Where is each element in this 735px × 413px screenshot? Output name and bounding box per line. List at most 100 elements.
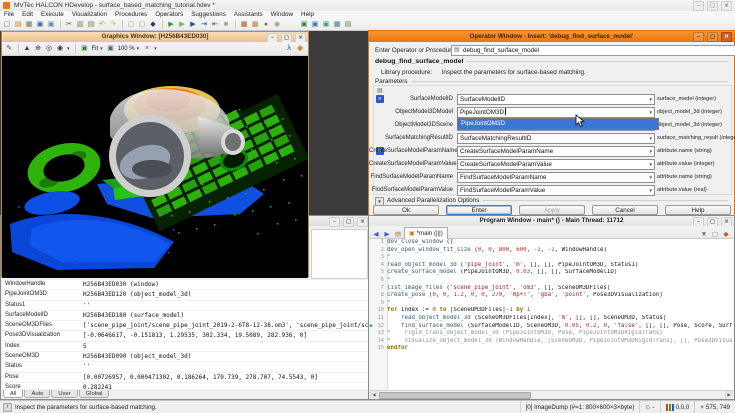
chevron-down-icon[interactable]: ▼ <box>136 46 140 51</box>
line-number[interactable]: 3 <box>370 254 387 262</box>
step-out-icon[interactable]: ⇤ <box>210 20 220 30</box>
code-line[interactable]: 14* visualize_object_model_3d (WindowHan… <box>370 338 733 346</box>
stop-icon[interactable]: ■ <box>221 20 231 30</box>
line-number[interactable]: 2 <box>370 247 387 255</box>
scroll-right-icon[interactable]: ▶ <box>725 391 733 398</box>
select-icon[interactable]: ▲ <box>22 43 32 54</box>
code-line[interactable]: 4read_object_model_3d ('pipe_joint', 'm'… <box>370 262 733 270</box>
param-field[interactable]: PipeJointOM3D▼ <box>457 107 655 118</box>
chevron-down-icon[interactable]: ▼ <box>649 160 653 169</box>
chevron-down-icon[interactable]: ▼ <box>649 186 653 195</box>
reset-layout-icon[interactable]: ▤ <box>343 20 353 30</box>
tab-main[interactable]: ▣ *main (|||) <box>404 227 448 239</box>
menu-visualization[interactable]: Visualization <box>68 11 111 19</box>
open-graphics-window-icon[interactable]: ▣ <box>299 20 309 30</box>
chevron-down-icon[interactable]: ▼ <box>649 108 653 117</box>
open-variable-window-icon[interactable]: ▣ <box>310 20 320 30</box>
new-program-icon[interactable]: ▢ <box>2 20 12 30</box>
ok-button[interactable]: Ok <box>373 205 439 215</box>
chevron-down-icon[interactable]: ▼ <box>66 46 70 51</box>
close-button[interactable]: ✕ <box>721 32 732 42</box>
code-line[interactable]: 1dev_close_window () <box>370 239 733 247</box>
variable-row[interactable]: Status'' <box>2 362 369 372</box>
copy-icon[interactable]: ▥ <box>75 20 85 30</box>
code-line[interactable]: 3* <box>370 254 733 262</box>
chevron-down-icon[interactable]: ▼ <box>649 95 653 104</box>
cancel-button[interactable]: Cancel <box>592 205 658 215</box>
pan-icon[interactable]: ⊕ <box>33 43 43 54</box>
line-number[interactable]: 10 <box>370 307 387 315</box>
open-program-window-icon[interactable]: ▦ <box>332 20 342 30</box>
line-number[interactable]: 13 <box>370 330 387 338</box>
code-line[interactable]: 8create_pose (0, 0, 1.2, 0, 0, 270, 'Rp+… <box>370 292 733 300</box>
menu-help[interactable]: Help <box>297 11 318 19</box>
variable-row[interactable]: Index5 <box>2 342 369 352</box>
minimize-button[interactable]: – <box>693 32 704 42</box>
operator-search-combo[interactable]: ▤ debug_find_surface_model ▼ <box>451 45 735 56</box>
zoom-tool-icon[interactable]: ◉ <box>55 43 65 54</box>
maximize-button[interactable]: ▢ <box>343 217 354 227</box>
draw-icon[interactable]: ✎ <box>4 43 14 54</box>
autocomplete-item[interactable]: PipeJointOM3D <box>461 120 505 127</box>
code-editor[interactable]: 1dev_close_window ()2dev_open_window_fit… <box>370 239 733 390</box>
code-line[interactable]: 5create_surface_model (PipeJointOM3D, 0.… <box>370 269 733 277</box>
graphics-viewport[interactable] <box>2 56 308 278</box>
param-field[interactable]: CreateSurfaceModelParamName▼ <box>457 146 655 157</box>
variable-tab-auto[interactable]: Auto <box>24 390 50 398</box>
screenshot-icon[interactable]: ◆ <box>148 20 158 30</box>
code-line[interactable]: 11 read_object_model_3d (SceneOM3DFiles[… <box>370 315 733 323</box>
chevron-down-icon[interactable]: ▼ <box>649 134 653 143</box>
code-line[interactable]: 13* rigid_trans_object_model_3d (PipeJoi… <box>370 330 733 338</box>
variable-tab-global[interactable]: Global <box>79 390 110 398</box>
variable-tab-user[interactable]: User <box>51 390 77 398</box>
zoom-percent-icon[interactable]: ▣ <box>106 43 116 54</box>
print-icon[interactable]: ▦ <box>24 20 34 30</box>
horizontal-scrollbar[interactable]: ◀ ▶ <box>370 390 733 398</box>
chevron-down-icon[interactable]: ▼ <box>649 173 653 182</box>
code-line[interactable]: 10for Index := 0 to |SceneOM3DFiles|-1 b… <box>370 307 733 315</box>
help-button[interactable]: Help <box>665 205 731 215</box>
code-line[interactable]: ▶12 find_surface_model (SurfaceModelID, … <box>370 323 733 331</box>
code-line[interactable]: 9* <box>370 300 733 308</box>
line-number[interactable]: 15 <box>370 345 387 353</box>
menu-execute[interactable]: Execute <box>37 11 68 19</box>
step-over-icon[interactable]: ▶ <box>188 20 198 30</box>
scrollbar-thumb[interactable] <box>379 392 531 399</box>
maximize-button[interactable]: ▢ <box>707 1 718 11</box>
line-number[interactable]: 5 <box>370 269 387 277</box>
save-all-icon[interactable]: ▣ <box>46 20 56 30</box>
close-button[interactable]: ✕ <box>721 1 732 11</box>
chevron-down-icon[interactable]: ▼ <box>99 46 103 51</box>
param-field[interactable]: SurfaceMatchingResultID▼ <box>457 133 655 144</box>
variable-row[interactable]: Score0.282241 <box>2 383 369 389</box>
minimize-button[interactable]: – <box>329 217 340 227</box>
line-number[interactable]: 7 <box>370 285 387 293</box>
replace-icon[interactable]: ▢ <box>137 20 147 30</box>
open-operator-window-icon[interactable]: ▣ <box>321 20 331 30</box>
gfx-settings-icon[interactable]: ◉ <box>295 43 305 54</box>
variable-row[interactable]: Pose3DVisualization[-0.0646617, -0.15181… <box>2 331 369 341</box>
set-breakpoint-icon[interactable]: ● <box>261 20 271 30</box>
param-field[interactable]: SurfaceModelID▼ <box>457 94 655 105</box>
variable-row[interactable]: Status1'' <box>2 301 369 311</box>
find-icon[interactable]: ▢ <box>126 20 136 30</box>
line-number[interactable]: 6 <box>370 277 387 285</box>
code-line[interactable]: 7list_image_files ('scene_pipe_joint', '… <box>370 285 733 293</box>
step-into-icon[interactable]: ⇥ <box>199 20 209 30</box>
line-number[interactable]: 14 <box>370 338 387 346</box>
chevron-down-icon[interactable]: ▼ <box>153 46 157 51</box>
open-program-icon[interactable]: ▤ <box>13 20 23 30</box>
menu-file[interactable]: File <box>0 11 18 19</box>
variable-row[interactable]: SceneOM3DFiles['scene_pipe_joint/scene_p… <box>2 321 369 331</box>
run-icon[interactable]: ▶ <box>166 20 176 30</box>
enter-button[interactable]: Enter <box>446 205 512 215</box>
menu-operators[interactable]: Operators <box>151 11 187 19</box>
line-number[interactable]: 4 <box>370 262 387 270</box>
variable-tab-all[interactable]: All <box>3 390 23 398</box>
variable-row[interactable]: SceneOM3DH256B43ED090 (object_model_3d) <box>2 352 369 362</box>
line-number[interactable]: 8 <box>370 292 387 300</box>
menu-assistants[interactable]: Assistants <box>230 11 267 19</box>
activate-lines-icon[interactable]: ▦ <box>239 20 249 30</box>
redo-icon[interactable]: ↷ <box>108 20 118 30</box>
line-number[interactable]: 9 <box>370 300 387 308</box>
